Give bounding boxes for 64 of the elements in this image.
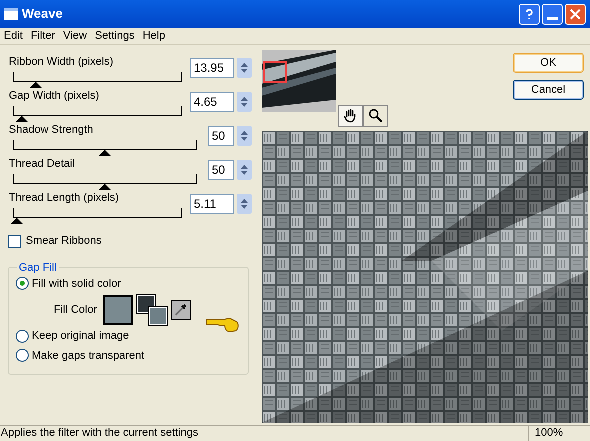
slider-label: Thread Length (pixels) — [8, 191, 120, 205]
zoom-tool-button[interactable] — [363, 105, 388, 127]
spin-buttons[interactable] — [237, 194, 252, 214]
spin-buttons[interactable] — [237, 160, 252, 180]
close-button[interactable] — [565, 4, 586, 24]
window-title: Weave — [22, 5, 64, 24]
up-arrow-icon — [241, 165, 248, 169]
radio-button[interactable] — [16, 330, 29, 343]
menu-item[interactable]: Edit — [0, 28, 27, 44]
cancel-button[interactable]: Cancel — [513, 80, 584, 100]
pan-tool-button[interactable] — [338, 105, 363, 127]
up-arrow-icon — [241, 199, 248, 203]
slider-label: Thread Detail — [8, 157, 76, 171]
number-field[interactable]: 4.65 — [190, 92, 234, 112]
ok-button[interactable]: OK — [513, 53, 584, 73]
slider-label: Shadow Strength — [8, 123, 94, 137]
down-arrow-icon — [241, 137, 248, 141]
close-icon — [570, 8, 581, 20]
color-pair-drawing[interactable] — [137, 295, 168, 325]
window-icon — [4, 8, 18, 20]
number-field[interactable]: 50 — [208, 126, 234, 146]
magnifier-icon — [368, 108, 384, 124]
down-arrow-icon — [241, 69, 248, 73]
spin-buttons[interactable] — [237, 126, 252, 146]
slider-thumb[interactable] — [99, 150, 111, 156]
radio-button[interactable] — [16, 277, 29, 290]
up-arrow-icon — [241, 63, 248, 67]
slider-thumb[interactable] — [11, 218, 24, 224]
radio-label: Make gaps transparent — [32, 348, 145, 364]
question-mark-icon — [524, 8, 535, 20]
down-arrow-icon — [241, 103, 248, 107]
radio-label: Keep original image — [32, 329, 130, 344]
number-field[interactable]: 5.11 — [190, 194, 234, 214]
hand-icon — [342, 108, 358, 124]
menu-item[interactable]: Help — [138, 28, 170, 44]
slider-thumb[interactable] — [99, 184, 111, 190]
eyedropper-icon — [174, 303, 188, 317]
down-arrow-icon — [241, 205, 248, 209]
slider-label: Ribbon Width (pixels) — [8, 55, 115, 69]
fill-color-label: Fill Color — [54, 302, 98, 318]
status-message: Applies the filter with the current settings — [0, 426, 200, 441]
help-button[interactable] — [519, 4, 540, 24]
menu-item[interactable]: Filter — [26, 28, 60, 44]
zoom-level: 100% — [528, 425, 590, 441]
number-field[interactable]: 50 — [208, 160, 234, 180]
color-swatch[interactable] — [103, 295, 134, 325]
spin-buttons[interactable] — [237, 58, 252, 78]
number-field[interactable]: 13.95 — [190, 58, 234, 78]
minimize-button[interactable] — [542, 4, 563, 24]
up-arrow-icon — [241, 131, 248, 135]
checkbox[interactable] — [8, 234, 21, 248]
spin-buttons[interactable] — [237, 92, 252, 112]
slider-thumb[interactable] — [30, 82, 42, 88]
slider-thumb[interactable] — [16, 116, 28, 122]
up-arrow-icon — [241, 97, 248, 101]
eyedropper-button[interactable] — [171, 300, 192, 320]
minimize-icon — [547, 16, 558, 20]
radio-label: Fill with solid color — [32, 276, 122, 292]
down-arrow-icon — [241, 171, 248, 175]
slider-label: Gap Width (pixels) — [8, 89, 100, 103]
menu-item[interactable]: View — [59, 28, 92, 44]
checkbox-label: Smear Ribbons — [26, 234, 102, 249]
radio-button[interactable] — [16, 349, 29, 362]
menu-item[interactable]: Settings — [91, 28, 139, 44]
